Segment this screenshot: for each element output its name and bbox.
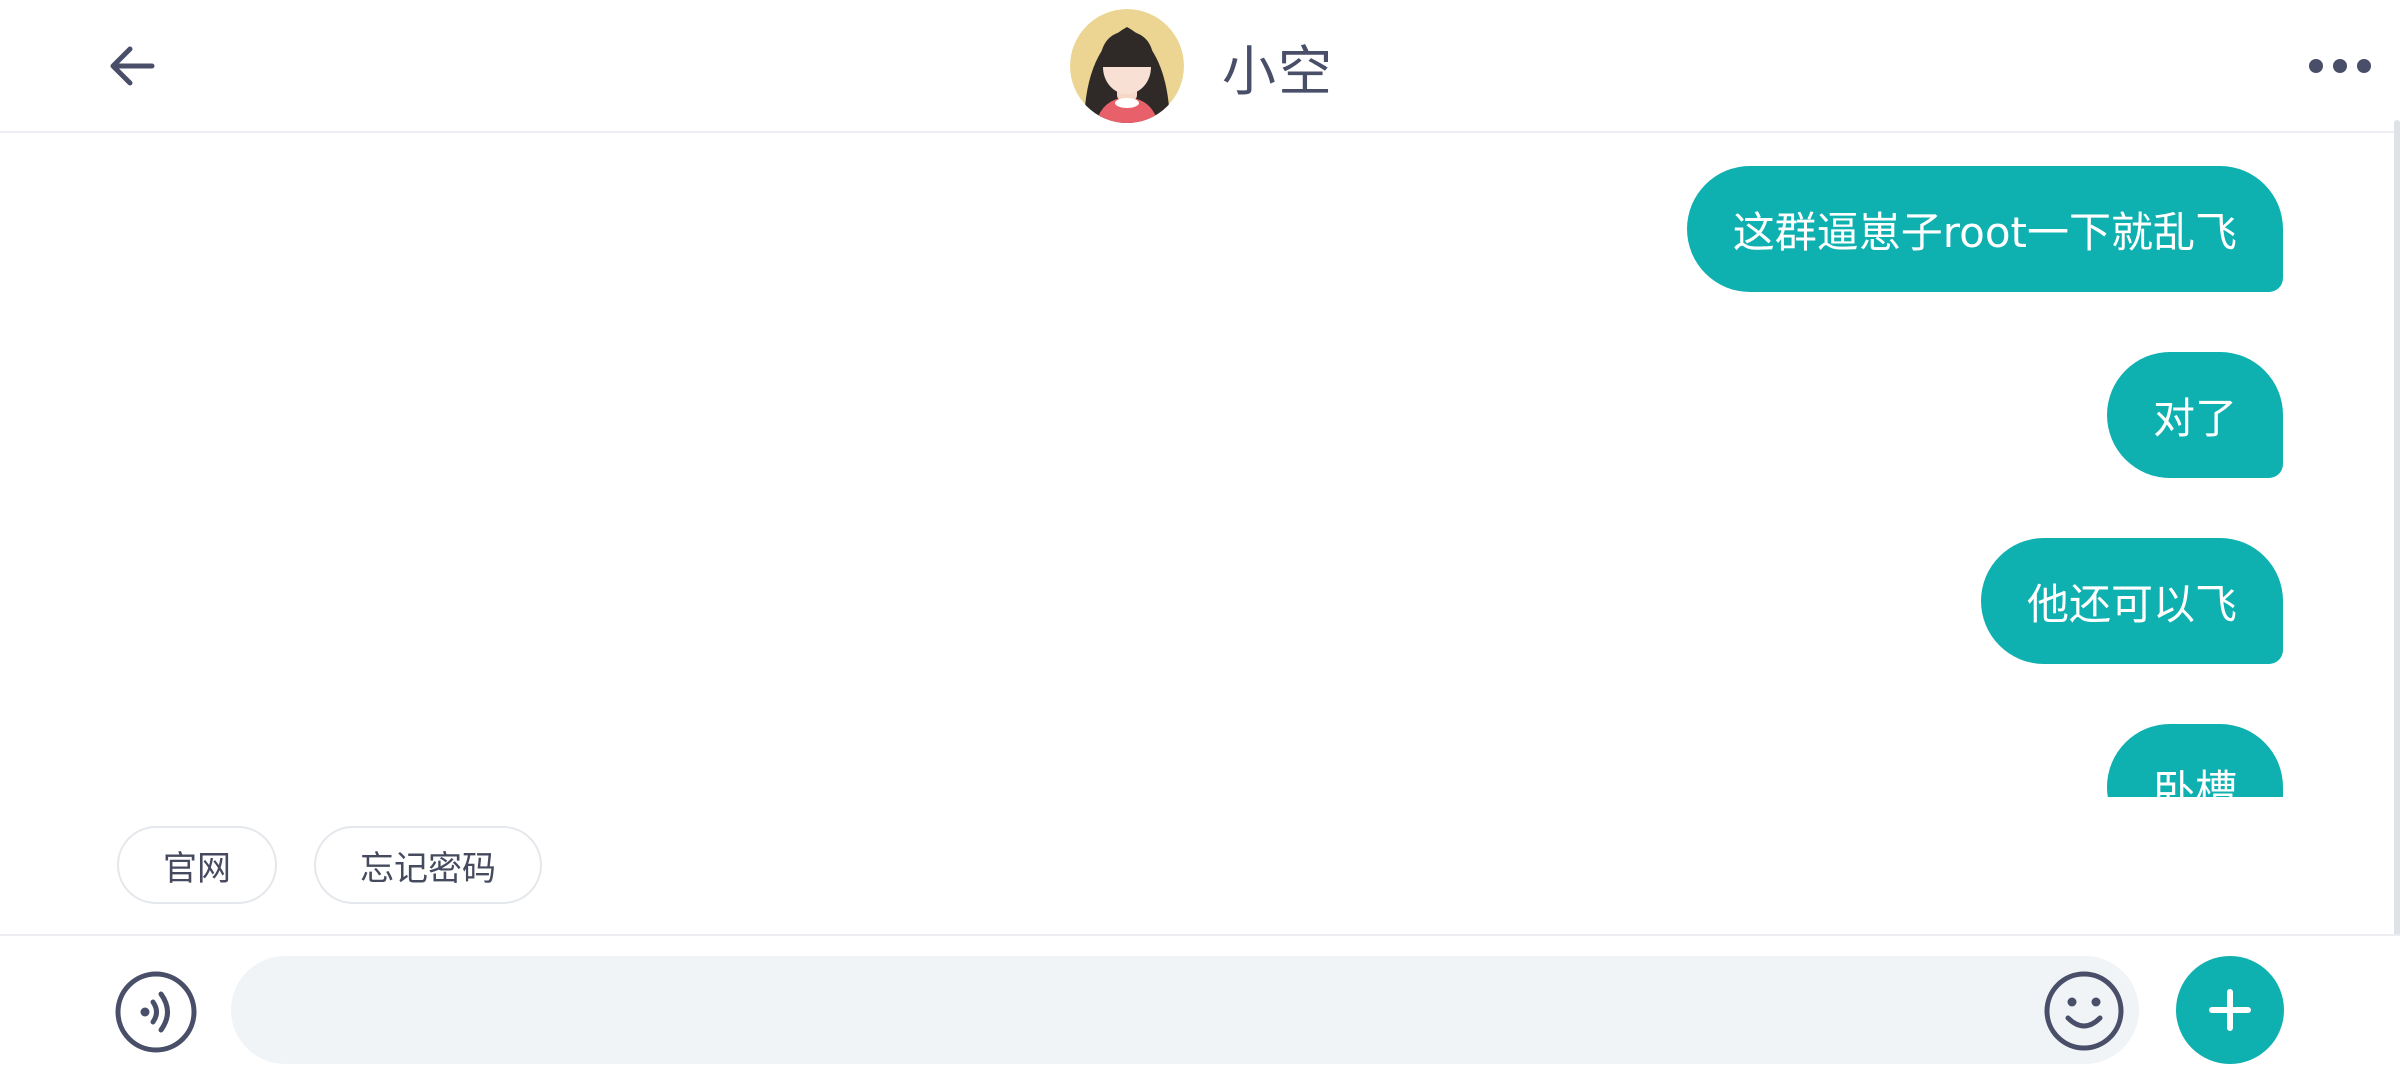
message-bubble[interactable]: 他还可以飞: [1980, 538, 2283, 664]
message-text: 卧槽: [2152, 765, 2237, 798]
avatar[interactable]: [1070, 9, 1184, 123]
emoji-icon: [2044, 971, 2124, 1051]
more-horizontal-icon: [2309, 59, 2371, 73]
more-actions-button[interactable]: [2176, 956, 2284, 1064]
message-bubble[interactable]: 卧槽: [2106, 724, 2283, 798]
plus-icon: [2209, 989, 2251, 1031]
message-text: 他还可以飞: [2026, 579, 2237, 629]
contact-name: 小空: [1222, 39, 1334, 103]
quick-reply-website[interactable]: 官网: [117, 826, 277, 904]
quick-reply-forgot-password[interactable]: 忘记密码: [314, 826, 542, 904]
emoji-button[interactable]: [2043, 970, 2125, 1052]
voice-icon: [115, 971, 197, 1053]
message-text: 对了: [2152, 393, 2237, 443]
more-button[interactable]: [2300, 30, 2380, 102]
message-bubble[interactable]: 这群逼崽子root一下就乱飞: [1686, 166, 2283, 292]
chat-header: 小空: [0, 0, 2400, 133]
chat-app: 小空 这群逼崽子root一下就乱飞 对了 他还可以飞 卧槽 官网 忘记密码: [0, 0, 2400, 1080]
avatar-image: [1070, 9, 1184, 123]
back-button[interactable]: [96, 30, 168, 102]
chat-title: 小空: [1070, 8, 1334, 124]
input-bar: [0, 934, 2400, 1080]
message-input[interactable]: [231, 956, 2139, 1064]
message-text: 这群逼崽子root一下就乱飞: [1732, 207, 2237, 257]
voice-button[interactable]: [114, 970, 198, 1054]
arrow-left-icon: [110, 46, 155, 86]
message-list[interactable]: 这群逼崽子root一下就乱飞 对了 他还可以飞 卧槽: [0, 133, 2400, 797]
quick-replies: 官网 忘记密码: [117, 826, 542, 904]
page-scrollbar[interactable]: [2394, 120, 2400, 960]
message-bubble[interactable]: 对了: [2106, 352, 2283, 478]
